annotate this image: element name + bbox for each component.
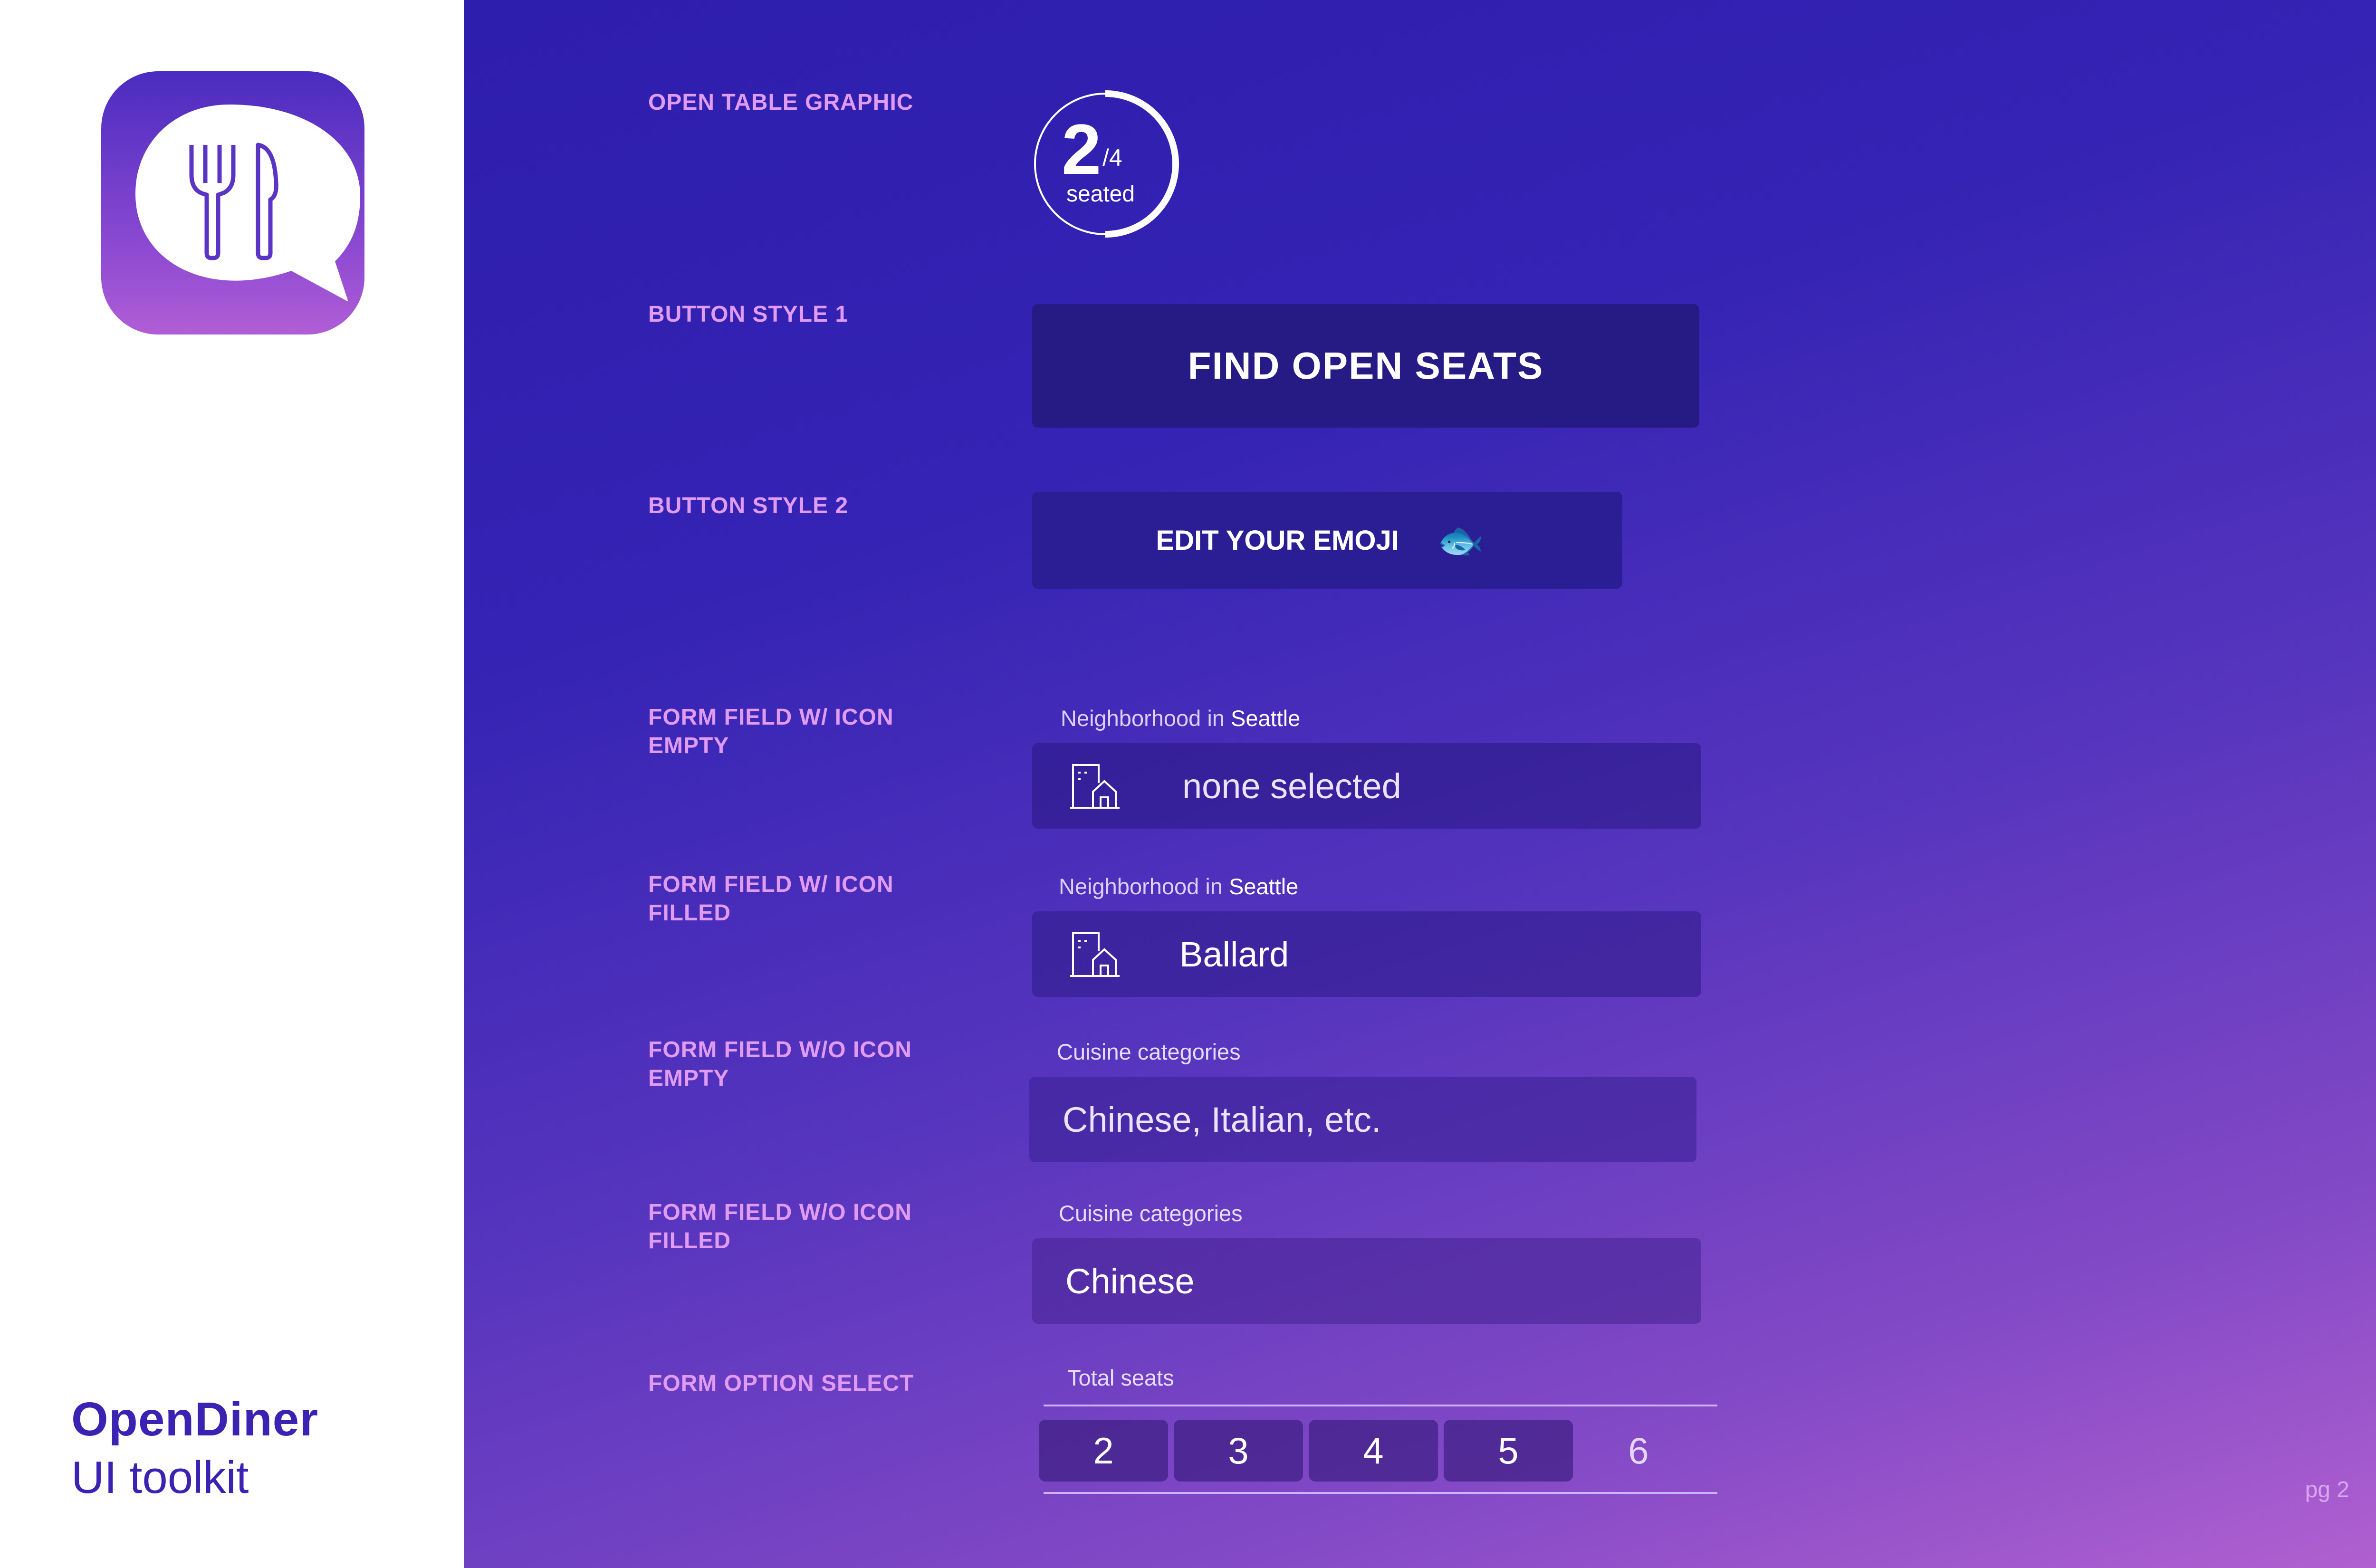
- find-open-seats-label: FIND OPEN SEATS: [1188, 344, 1544, 387]
- seated-count: 2: [1062, 109, 1102, 189]
- page-number: pg 2: [2305, 1477, 2349, 1502]
- cuisine-placeholder: Chinese, Italian, etc.: [1063, 1100, 1381, 1139]
- seat-option-5[interactable]: 5: [1444, 1420, 1573, 1482]
- form-noicon-empty-label: FORM FIELD W/O ICON EMPTY: [648, 1036, 912, 1093]
- neighborhood-caption-prefix: Neighborhood in: [1061, 706, 1225, 731]
- form-icon-filled-label: FORM FIELD W/ ICON FILLED: [648, 870, 894, 927]
- form-noicon-filled-label-line2: FILLED: [648, 1228, 731, 1253]
- find-open-seats-button[interactable]: FIND OPEN SEATS: [1032, 304, 1699, 428]
- form-icon-filled-label-line1: FORM FIELD W/ ICON: [648, 872, 894, 897]
- option-select-bottom-rule: [1044, 1492, 1717, 1494]
- app-icon: [101, 71, 364, 335]
- total-seats-caption: Total seats: [1067, 1365, 1174, 1390]
- form-noicon-empty-label-line1: FORM FIELD W/O ICON: [648, 1037, 912, 1062]
- button-style-2-label: BUTTON STYLE 2: [648, 493, 849, 518]
- neighborhood-filled-caption-prefix: Neighborhood in: [1059, 874, 1223, 899]
- form-icon-empty-label: FORM FIELD W/ ICON EMPTY: [648, 703, 894, 760]
- neighborhood-placeholder: none selected: [1182, 766, 1401, 806]
- cuisine-field-filled[interactable]: Chinese: [1032, 1238, 1701, 1324]
- fish-emoji-icon: 🐟: [1437, 519, 1485, 561]
- neighborhood-field-empty[interactable]: none selected: [1032, 743, 1701, 829]
- building-home-icon: [1070, 932, 1120, 977]
- neighborhood-caption-city: Seattle: [1231, 706, 1301, 731]
- seat-option-4[interactable]: 4: [1309, 1420, 1438, 1482]
- cuisine-filled-caption: Cuisine categories: [1059, 1201, 1243, 1226]
- form-noicon-filled-label: FORM FIELD W/O ICON FILLED: [648, 1198, 912, 1255]
- neighborhood-caption: Neighborhood in Seattle: [1061, 705, 1300, 731]
- cuisine-value: Chinese: [1065, 1261, 1195, 1301]
- form-noicon-filled-label-line1: FORM FIELD W/O ICON: [648, 1200, 912, 1225]
- open-table-graphic: 2 /4 seated: [1029, 88, 1181, 240]
- building-home-icon: [1070, 764, 1120, 809]
- neighborhood-field-filled[interactable]: Ballard: [1032, 911, 1701, 997]
- seat-option-6[interactable]: 6: [1574, 1420, 1703, 1482]
- form-icon-empty-label-line2: EMPTY: [648, 733, 729, 758]
- neighborhood-value: Ballard: [1179, 934, 1289, 974]
- open-table-graphic-label: OPEN TABLE GRAPHIC: [648, 90, 914, 115]
- form-noicon-empty-label-line2: EMPTY: [648, 1066, 729, 1091]
- cuisine-field-empty[interactable]: Chinese, Italian, etc.: [1029, 1077, 1696, 1162]
- seat-total: /4: [1102, 144, 1122, 171]
- form-icon-empty-label-line1: FORM FIELD W/ ICON: [648, 705, 894, 730]
- cuisine-caption: Cuisine categories: [1057, 1039, 1241, 1064]
- brand-name: OpenDiner: [71, 1393, 319, 1446]
- neighborhood-filled-caption-city: Seattle: [1229, 874, 1299, 899]
- edit-your-emoji-button[interactable]: EDIT YOUR EMOJI 🐟: [1032, 492, 1622, 589]
- option-select-top-rule: [1044, 1405, 1717, 1406]
- main-panel: OPEN TABLE GRAPHIC 2 /4 seated BUTTON ST…: [464, 0, 2376, 1568]
- button-style-1-label: BUTTON STYLE 1: [648, 302, 849, 327]
- form-option-select-label: FORM OPTION SELECT: [648, 1371, 914, 1396]
- neighborhood-filled-caption: Neighborhood in Seattle: [1059, 873, 1298, 899]
- brand-subtitle: UI toolkit: [71, 1452, 249, 1503]
- form-icon-filled-label-line2: FILLED: [648, 900, 731, 926]
- speech-bubble-fork-knife-icon: [135, 105, 360, 302]
- seated-caption: seated: [1066, 182, 1135, 207]
- seat-option-2[interactable]: 2: [1039, 1420, 1168, 1482]
- sidebar: OpenDiner UI toolkit: [0, 0, 464, 1568]
- edit-your-emoji-label: EDIT YOUR EMOJI: [1156, 525, 1399, 556]
- seat-option-3[interactable]: 3: [1174, 1420, 1303, 1482]
